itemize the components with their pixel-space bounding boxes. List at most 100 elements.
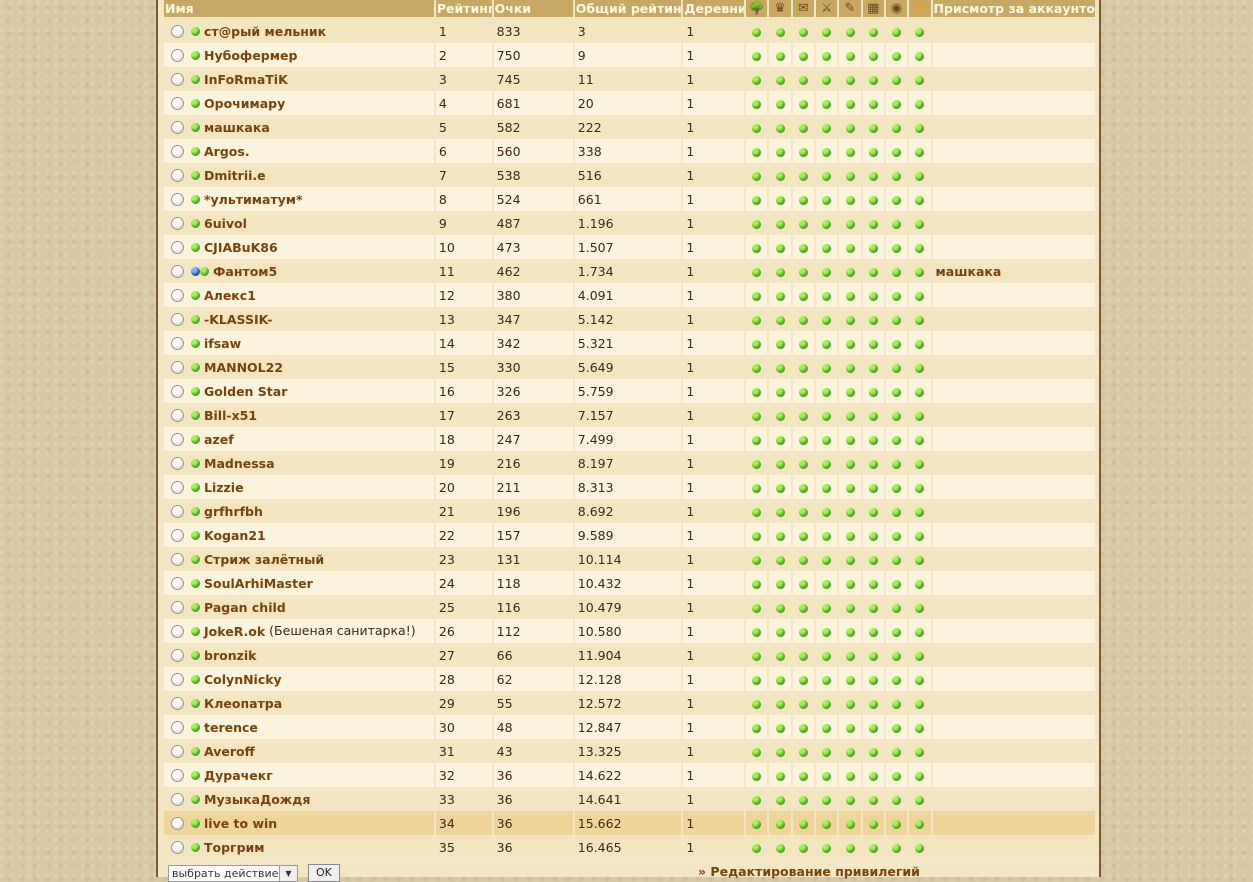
- member-name-link[interactable]: Averoff: [204, 744, 255, 759]
- chevron-down-icon[interactable]: ▼: [279, 866, 297, 881]
- member-name-link[interactable]: live to win: [204, 816, 277, 831]
- ok-button[interactable]: OK: [308, 864, 340, 882]
- privilege-granted-icon: [892, 747, 902, 757]
- select-radio[interactable]: [171, 433, 184, 446]
- privilege-granted-icon: [915, 459, 925, 469]
- select-radio[interactable]: [171, 385, 184, 398]
- privilege-granted-icon: [798, 843, 808, 853]
- select-radio[interactable]: [171, 121, 184, 134]
- privilege-granted-icon: [775, 219, 785, 229]
- select-radio[interactable]: [171, 409, 184, 422]
- member-name-link[interactable]: terence: [204, 720, 258, 735]
- select-radio[interactable]: [171, 193, 184, 206]
- select-radio[interactable]: [171, 289, 184, 302]
- member-name-link[interactable]: *ультиматум*: [204, 192, 303, 207]
- privilege-cell: [792, 763, 815, 787]
- member-name-link[interactable]: SoulArhiMaster: [204, 576, 313, 591]
- member-name-link[interactable]: bronzik: [204, 648, 256, 663]
- select-radio[interactable]: [171, 769, 184, 782]
- member-name-link[interactable]: MANNOL22: [204, 360, 283, 375]
- member-name-link[interactable]: ст@рый мельник: [204, 24, 326, 39]
- member-name-link[interactable]: Golden Star: [204, 384, 287, 399]
- select-radio[interactable]: [171, 97, 184, 110]
- member-name-link[interactable]: Дурачекг: [204, 768, 273, 783]
- member-name-link[interactable]: Madnessa: [204, 456, 275, 471]
- privilege-granted-icon: [845, 171, 855, 181]
- member-name-link[interactable]: Bill-x51: [204, 408, 257, 423]
- action-select[interactable]: выбрать действие... ▼: [168, 865, 298, 882]
- online-status-icon: [191, 387, 200, 396]
- member-name-link[interactable]: Нубофермер: [204, 48, 297, 63]
- member-name-link[interactable]: ifsaw: [204, 336, 241, 351]
- member-name-link[interactable]: Kogan21: [204, 528, 266, 543]
- member-name-link[interactable]: Lizzie: [204, 480, 244, 495]
- member-name-link[interactable]: Орочимару: [204, 96, 285, 111]
- select-radio[interactable]: [171, 745, 184, 758]
- select-radio[interactable]: [171, 265, 184, 278]
- select-radio[interactable]: [171, 553, 184, 566]
- member-name-link[interactable]: Фантом5: [213, 264, 277, 279]
- member-name-link[interactable]: grfhrfbh: [204, 504, 263, 519]
- select-radio[interactable]: [171, 481, 184, 494]
- member-name-link[interactable]: CJIABuK86: [204, 240, 278, 255]
- member-name-link[interactable]: Pagan child: [204, 600, 286, 615]
- privilege-cell: [769, 187, 791, 211]
- col-name[interactable]: Имя: [164, 0, 434, 19]
- select-radio[interactable]: [171, 841, 184, 854]
- select-radio[interactable]: [171, 649, 184, 662]
- select-radio[interactable]: [171, 793, 184, 806]
- member-name-link[interactable]: Argos.: [204, 144, 250, 159]
- member-overall-rank: 9.589: [574, 523, 682, 547]
- col-overall-rank[interactable]: Общий рейтинг: [574, 0, 682, 19]
- member-name-link[interactable]: ColynNicky: [204, 672, 282, 687]
- select-radio[interactable]: [171, 145, 184, 158]
- member-name-link[interactable]: Клеопатра: [204, 696, 282, 711]
- member-name-link[interactable]: МузыкаДождя: [204, 792, 310, 807]
- select-radio[interactable]: [171, 505, 184, 518]
- select-radio[interactable]: [171, 241, 184, 254]
- member-name-link[interactable]: InFoRmaTiK: [204, 72, 288, 87]
- select-radio[interactable]: [171, 457, 184, 470]
- member-name-cell: bronzik: [164, 643, 434, 667]
- col-villages[interactable]: Деревни: [683, 0, 745, 19]
- member-name-link[interactable]: Алекс1: [204, 288, 256, 303]
- member-rank: 3: [435, 67, 492, 91]
- select-radio[interactable]: [171, 817, 184, 830]
- privilege-granted-icon: [752, 483, 762, 493]
- select-radio[interactable]: [171, 337, 184, 350]
- col-rank[interactable]: Рейтинг: [435, 0, 492, 19]
- select-radio[interactable]: [171, 217, 184, 230]
- member-name-link[interactable]: -KLASSIK-: [204, 312, 272, 327]
- select-radio[interactable]: [171, 577, 184, 590]
- member-name-link[interactable]: 6uivol: [204, 216, 247, 231]
- member-name-link[interactable]: машкака: [204, 120, 270, 135]
- privilege-granted-icon: [892, 435, 902, 445]
- select-radio[interactable]: [171, 673, 184, 686]
- privilege-granted-icon: [915, 603, 925, 613]
- select-radio[interactable]: [171, 313, 184, 326]
- select-radio[interactable]: [171, 529, 184, 542]
- privilege-granted-icon: [798, 579, 808, 589]
- select-radio[interactable]: [171, 361, 184, 374]
- privilege-cell: [792, 403, 815, 427]
- member-villages: 1: [683, 307, 745, 331]
- member-name-link[interactable]: Торгрим: [204, 840, 265, 855]
- select-radio[interactable]: [171, 697, 184, 710]
- select-radio[interactable]: [171, 625, 184, 638]
- select-radio[interactable]: [171, 721, 184, 734]
- member-name-link[interactable]: Стриж залётный: [204, 552, 324, 567]
- member-name-link[interactable]: JokeR.ok: [204, 624, 265, 639]
- select-radio[interactable]: [171, 49, 184, 62]
- privilege-cell: [769, 811, 791, 835]
- watcher-link[interactable]: машкака: [936, 264, 1002, 279]
- select-radio[interactable]: [171, 601, 184, 614]
- privilege-granted-icon: [868, 123, 878, 133]
- select-radio[interactable]: [171, 25, 184, 38]
- col-points[interactable]: Очки: [493, 0, 573, 19]
- privilege-cell: [746, 667, 768, 691]
- member-name-link[interactable]: Dmitrii.e: [204, 168, 266, 183]
- member-name-link[interactable]: azef: [204, 432, 234, 447]
- privilege-granted-icon: [775, 411, 785, 421]
- select-radio[interactable]: [171, 73, 184, 86]
- select-radio[interactable]: [171, 169, 184, 182]
